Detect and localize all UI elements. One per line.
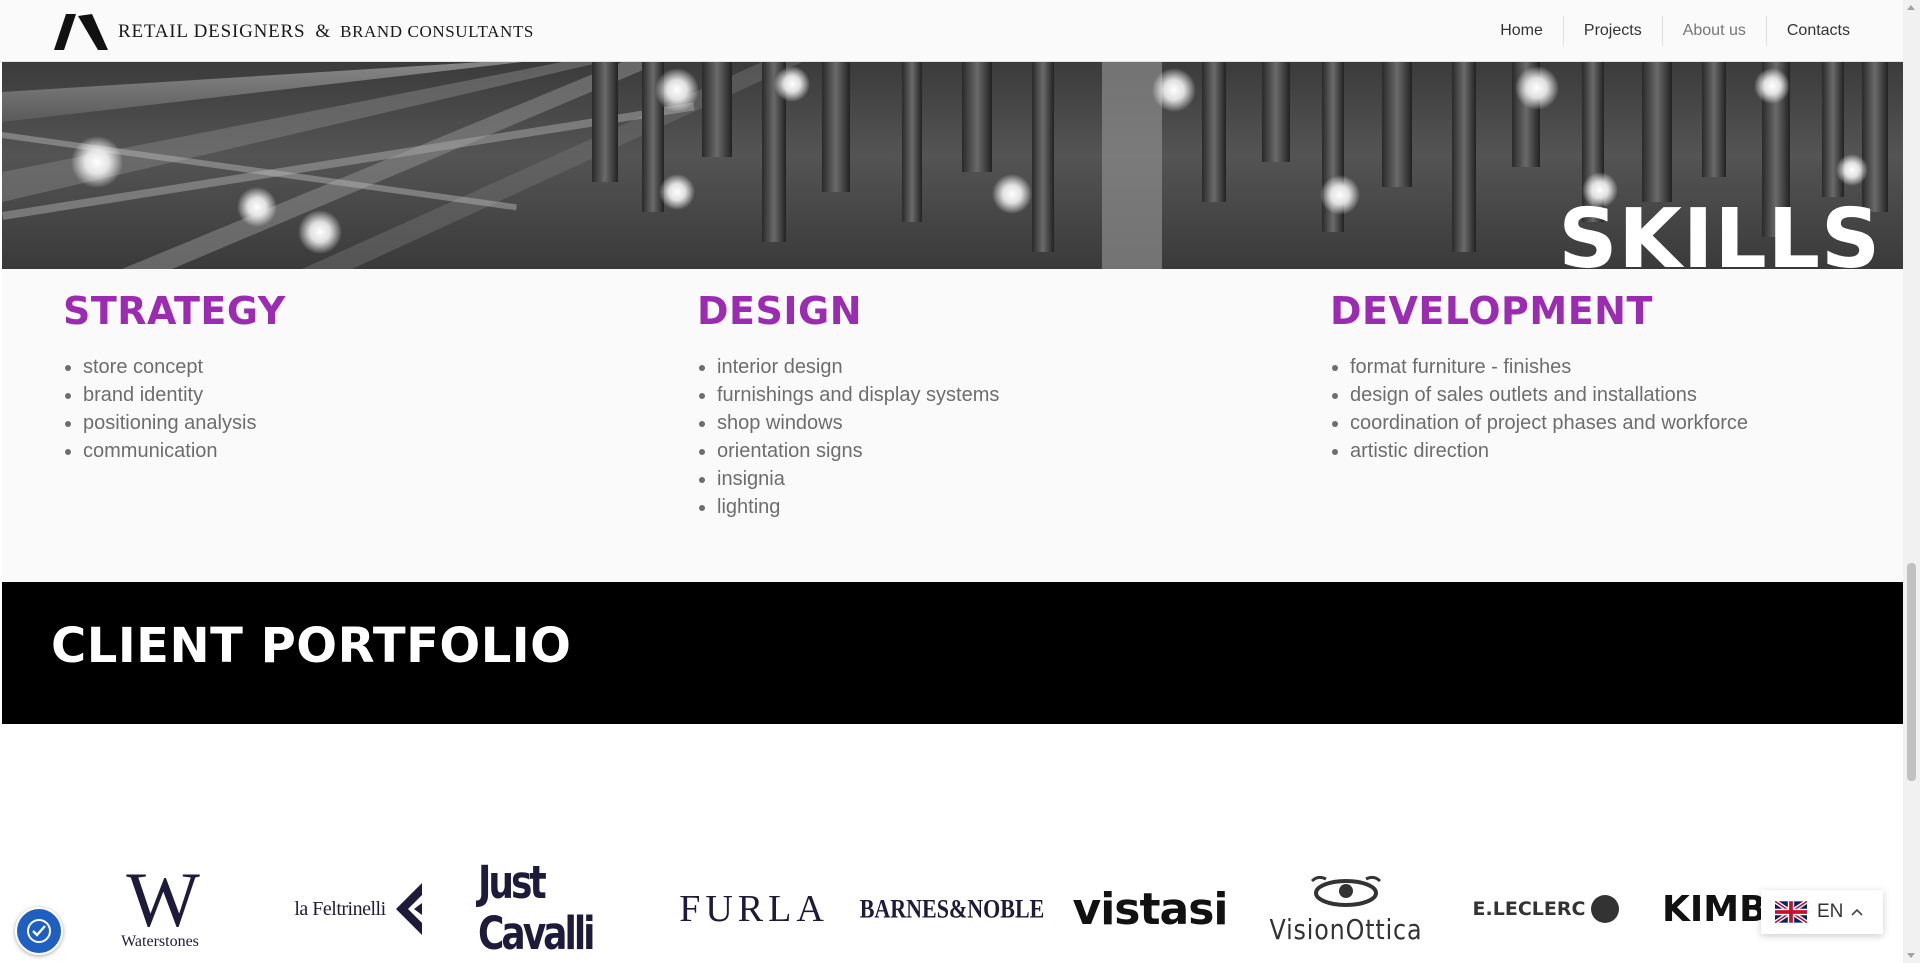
list-item: orientation signs <box>717 437 999 465</box>
skill-list: store concept brand identity positioning… <box>63 353 286 465</box>
logo-text-primary: RETAIL DESIGNERS <box>118 21 306 42</box>
scroll-down-arrow-icon[interactable] <box>1907 953 1915 958</box>
brand-logo[interactable]: RETAIL DESIGNERS & BRAND CONSULTANTS <box>52 12 534 52</box>
skill-heading: STRATEGY <box>63 289 286 333</box>
client-name: vistasi <box>1072 883 1229 935</box>
client-name: VisionOttica <box>1269 912 1423 946</box>
client-logo-barnes-noble: BARNES&NOBLE <box>860 864 1045 954</box>
portfolio-title: CLIENT PORTFOLIO <box>51 618 572 674</box>
language-code: EN <box>1817 901 1844 922</box>
visionottica-eye-icon <box>1310 875 1382 907</box>
uk-flag-icon <box>1775 901 1807 923</box>
client-logos: W Waterstones la Feltrinelli Just Cavall… <box>0 724 1903 963</box>
skills-hero-banner: SKILLS <box>2 62 1903 269</box>
client-name: BARNES&NOBLE <box>859 893 1045 924</box>
client-logo-feltrinelli: la Feltrinelli <box>280 864 440 954</box>
site-header: RETAIL DESIGNERS & BRAND CONSULTANTS Home … <box>0 0 1903 62</box>
list-item: format furniture - finishes <box>1350 353 1748 381</box>
logo-mark-icon <box>54 14 108 50</box>
list-item: interior design <box>717 353 999 381</box>
logo-ampersand: & <box>315 21 331 42</box>
skill-strategy: STRATEGY store concept brand identity po… <box>63 289 286 465</box>
chevron-up-icon <box>1851 908 1863 916</box>
client-name: Waterstones <box>121 933 199 950</box>
skill-heading: DEVELOPMENT <box>1330 289 1653 333</box>
logo-text: RETAIL DESIGNERS & BRAND CONSULTANTS <box>118 21 534 43</box>
client-logo-kimbo: KIMBO <box>1662 864 1762 954</box>
client-logo-furla: FURLA <box>676 864 832 954</box>
skill-design: DESIGN interior design furnishings and d… <box>697 289 999 521</box>
skill-list: interior design furnishings and display … <box>697 353 999 521</box>
leclerc-mark-icon <box>1591 895 1620 923</box>
nav-contacts[interactable]: Contacts <box>1765 15 1870 46</box>
accessibility-check-icon <box>27 919 51 943</box>
list-item: insignia <box>717 465 999 493</box>
scroll-up-arrow-icon[interactable] <box>1907 5 1915 10</box>
skills-section: STRATEGY store concept brand identity po… <box>2 269 1903 582</box>
client-name: KIMBO <box>1662 888 1762 930</box>
list-item: artistic direction <box>1350 437 1748 465</box>
list-item: design of sales outlets and installation… <box>1350 381 1748 409</box>
hero-title: SKILLS <box>1558 192 1881 270</box>
language-switcher[interactable]: EN <box>1761 890 1883 934</box>
list-item: communication <box>83 437 286 465</box>
client-logo-leclerc: E.LECLERC <box>1466 864 1626 954</box>
client-logo-waterstones: W Waterstones <box>105 856 215 954</box>
skill-list: format furniture - finishes design of sa… <box>1330 353 1748 465</box>
skill-heading: DESIGN <box>697 289 863 333</box>
nav-about-us[interactable]: About us <box>1661 15 1766 46</box>
page-scrollbar[interactable] <box>1903 0 1920 963</box>
nav-home[interactable]: Home <box>1480 16 1563 46</box>
waterstones-mark-icon: W <box>126 856 200 943</box>
list-item: store concept <box>83 353 286 381</box>
client-name: la Feltrinelli <box>294 897 386 920</box>
skill-development: DEVELOPMENT format furniture - finishes … <box>1330 289 1748 465</box>
client-name: E.LECLERC <box>1472 898 1586 920</box>
list-item: brand identity <box>83 381 286 409</box>
client-logo-vistasi: vistasi <box>1070 864 1230 954</box>
client-logo-just-cavalli: Just Cavalli <box>478 858 638 961</box>
client-name: Just Cavalli <box>478 857 596 961</box>
list-item: positioning analysis <box>83 409 286 437</box>
client-name: FURLA <box>679 888 829 930</box>
list-item: lighting <box>717 493 999 521</box>
list-item: coordination of project phases and workf… <box>1350 409 1748 437</box>
nav-projects[interactable]: Projects <box>1562 15 1662 46</box>
list-item: shop windows <box>717 409 999 437</box>
list-item: furnishings and display systems <box>717 381 999 409</box>
scrollbar-thumb[interactable] <box>1907 563 1916 781</box>
logo-text-secondary: BRAND CONSULTANTS <box>340 22 534 41</box>
accessibility-button[interactable] <box>15 907 63 955</box>
client-portfolio-band: CLIENT PORTFOLIO <box>2 582 1903 724</box>
feltrinelli-mark-icon <box>395 883 422 935</box>
client-logo-visionottica: VisionOttica <box>1266 864 1426 954</box>
main-nav: Home Projects About us Contacts <box>1480 0 1870 61</box>
